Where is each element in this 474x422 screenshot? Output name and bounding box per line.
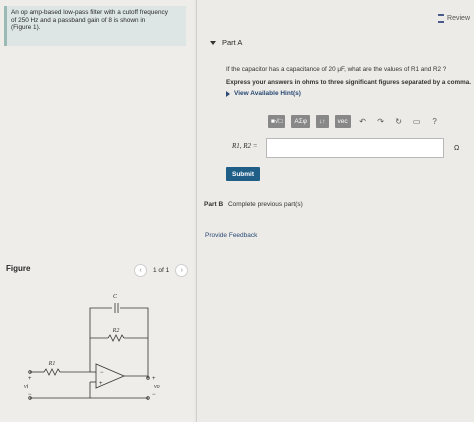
input-plus-sign: + xyxy=(28,376,32,382)
part-a-question: If the capacitor has a capacitance of 20… xyxy=(226,66,447,73)
output-minus-sign: − xyxy=(152,392,156,398)
capacitor-label: C xyxy=(113,294,118,300)
figure-label: Figure xyxy=(6,264,31,273)
review-label: Review xyxy=(447,15,470,22)
answer-label: R1, R2 = xyxy=(232,142,258,150)
help-icon[interactable]: ? xyxy=(429,117,441,126)
circuit-diagram: C R2 R1 vi vo − + + − + − xyxy=(24,294,160,400)
redo-icon[interactable]: ↷ xyxy=(375,117,387,126)
part-a-instruction: Express your answers in ohms to three si… xyxy=(226,79,471,86)
part-b-status: Complete previous part(s) xyxy=(227,201,303,208)
undo-icon[interactable]: ↶ xyxy=(357,117,369,126)
arrows-button[interactable]: ↓↑ xyxy=(316,115,329,128)
figure-page-count: 1 of 1 xyxy=(153,267,170,274)
problem-line-3: (Figure 1). xyxy=(11,24,41,32)
input-minus-sign: − xyxy=(28,392,32,398)
problem-line-1: An op amp-based low-pass filter with a c… xyxy=(11,9,168,16)
op-amp-plus-sign: + xyxy=(99,381,103,387)
hints-label: View Available Hint(s) xyxy=(234,90,301,97)
review-icon xyxy=(438,14,445,23)
figure-pager: ‹ 1 of 1 › xyxy=(134,264,189,277)
answer-input[interactable] xyxy=(266,138,444,158)
provide-feedback-link[interactable]: Provide Feedback xyxy=(205,232,257,239)
next-figure-button[interactable]: › xyxy=(175,264,189,277)
r2-label: R2 xyxy=(112,328,120,334)
reset-icon[interactable]: ↻ xyxy=(393,117,405,126)
capacitor-right-wire xyxy=(120,307,149,378)
right-pane xyxy=(197,0,474,422)
expand-arrow-icon xyxy=(226,90,230,97)
problem-statement: An op amp-based low-pass filter with a c… xyxy=(4,6,186,46)
r2-resistor xyxy=(107,334,125,342)
vector-button[interactable]: vec xyxy=(334,115,351,128)
unit-label: Ω xyxy=(454,145,460,152)
input-voltage-label: vi xyxy=(24,384,29,390)
problem-line-2: of 250 Hz and a passband gain of 8 is sh… xyxy=(11,16,146,24)
keyboard-icon[interactable]: ▭ xyxy=(411,117,423,126)
ground-wire-left xyxy=(30,382,91,399)
capacitor-left-wire xyxy=(89,307,112,372)
math-toolbar: ■√□ ΑΣφ ↓↑ vec ↶ ↷ ↻ ▭ ? xyxy=(268,115,441,128)
part-a-header[interactable]: Part A xyxy=(210,38,242,47)
r1-resistor xyxy=(43,368,61,376)
templates-button[interactable]: ■√□ xyxy=(268,115,286,128)
output-plus-sign: + xyxy=(152,376,156,382)
previous-figure-button[interactable]: ‹ xyxy=(134,264,147,277)
submit-button[interactable]: Submit xyxy=(226,167,260,181)
collapse-arrow-icon xyxy=(210,40,216,45)
part-b: Part B Complete previous part(s) xyxy=(204,201,303,208)
r1-label: R1 xyxy=(48,361,56,367)
greek-symbols-button[interactable]: ΑΣφ xyxy=(291,115,310,128)
view-hints-link[interactable]: View Available Hint(s) xyxy=(226,90,301,97)
output-voltage-label: vo xyxy=(154,384,160,390)
part-a-title: Part A xyxy=(222,38,243,47)
part-b-title: Part B xyxy=(204,201,224,208)
op-amp-minus-sign: − xyxy=(100,370,104,376)
review-link[interactable]: Review xyxy=(438,14,470,23)
